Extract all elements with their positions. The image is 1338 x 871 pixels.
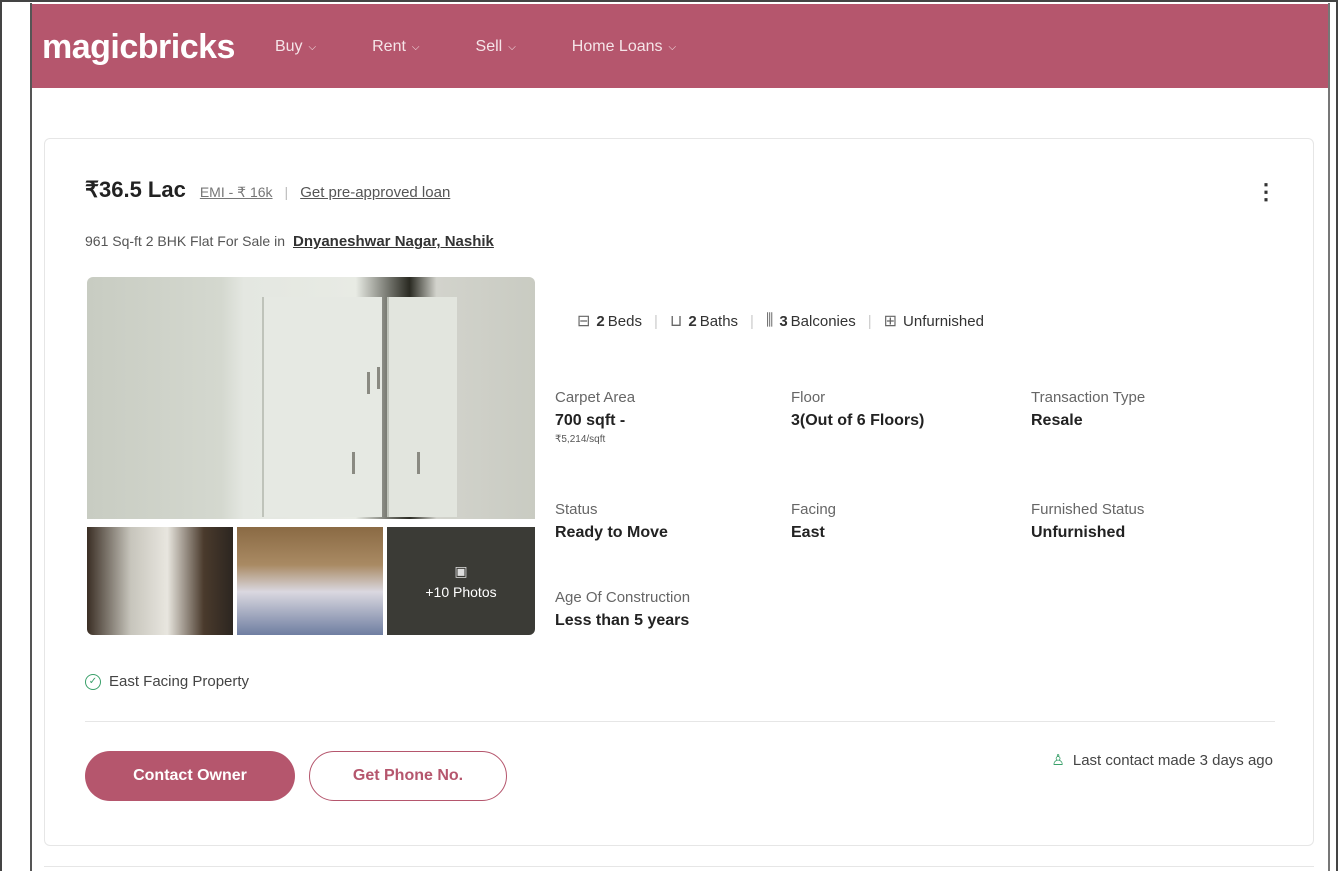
status-value: Ready to Move (555, 524, 668, 541)
next-card-edge (44, 866, 1314, 871)
age-value: Less than 5 years (555, 612, 690, 629)
transaction-type-label: Transaction Type (1031, 389, 1146, 406)
furniture-icon: ⊞ (883, 313, 898, 330)
nav-sell[interactable]: Sell ⌵ (476, 38, 516, 56)
photo-wardrobe-left (262, 297, 382, 517)
detail-status: Status Ready to Move (555, 501, 668, 542)
carpet-area-label: Carpet Area (555, 389, 636, 406)
price-row: ₹36.5 Lac EMI - ₹ 16k | Get pre-approved… (85, 177, 450, 203)
bed-icon: ⊟ (577, 313, 591, 330)
balconies-label: Balconies (790, 312, 856, 330)
listing-description: 961 Sq-ft 2 BHK Flat For Sale in (85, 233, 285, 249)
furnished-status-value: Unfurnished (1031, 524, 1126, 541)
photo-handle (367, 372, 370, 394)
east-facing-badge: ✓ East Facing Property (85, 673, 249, 690)
photo-handle (352, 452, 355, 474)
status-label: Status (555, 501, 598, 518)
balconies-count: 3 (779, 312, 788, 330)
balcony-icon: ⫼ (765, 312, 774, 329)
amenities-row: ⊟ 2 Beds | ⊔ 2 Baths | ⫼ 3 Balconies | ⊞… (577, 311, 984, 331)
nav-sell-label: Sell (475, 38, 503, 55)
amenity-baths: ⊔ 2 Baths (670, 311, 738, 331)
photo-handle (377, 367, 380, 389)
card-divider (85, 721, 1275, 722)
floor-value: 3(Out of 6 Floors) (791, 412, 925, 429)
bath-icon: ⊔ (669, 313, 683, 330)
chevron-down-icon: ⌵ (308, 41, 317, 53)
floor-label: Floor (791, 389, 826, 406)
age-label: Age Of Construction (555, 589, 691, 606)
nav-home-loans-label: Home Loans (571, 38, 663, 55)
amenity-furnishing: ⊞ Unfurnished (884, 311, 984, 331)
photo-wardrobe-right (387, 297, 457, 517)
nav-rent-label: Rent (372, 38, 406, 55)
more-photos-label: +10 Photos (425, 583, 497, 600)
chevron-down-icon: ⌵ (668, 41, 677, 53)
user-icon: ♙ (1051, 752, 1065, 769)
price-separator: | (284, 184, 289, 200)
beds-label: Beds (607, 312, 642, 330)
property-card: ₹36.5 Lac EMI - ₹ 16k | Get pre-approved… (44, 138, 1314, 846)
more-options-icon[interactable]: ⋮ (1255, 179, 1277, 205)
contact-owner-button[interactable]: Contact Owner (85, 751, 295, 801)
facing-label: Facing (791, 501, 837, 518)
check-circle-icon: ✓ (85, 673, 101, 690)
thumbnail-photo-1[interactable] (87, 527, 233, 635)
nav-home-loans[interactable]: Home Loans ⌵ (572, 38, 676, 56)
photo-handle (417, 452, 420, 474)
price-per-sqft: ₹5,214/sqft (555, 434, 606, 445)
price: ₹36.5 Lac (85, 177, 186, 202)
gallery-icon: ▣ (454, 562, 468, 579)
nav-buy-label: Buy (274, 38, 303, 55)
amenity-beds: ⊟ 2 Beds (577, 311, 642, 331)
nav-rent[interactable]: Rent ⌵ (372, 38, 419, 56)
detail-furnished-status: Furnished Status Unfurnished (1031, 501, 1144, 542)
facing-value: East (791, 524, 825, 541)
amenity-separator: | (867, 312, 872, 330)
transaction-type-value: Resale (1031, 412, 1083, 429)
furnished-status-label: Furnished Status (1031, 501, 1145, 518)
more-photos-thumbnail[interactable]: ▣ +10 Photos (387, 527, 535, 635)
baths-label: Baths (699, 312, 739, 330)
furnishing-label: Unfurnished (903, 312, 984, 330)
carpet-area-value: 700 sqft - (555, 412, 626, 429)
locality-link[interactable]: Dnyaneshwar Nagar, Nashik (293, 233, 494, 250)
last-contact-text: Last contact made 3 days ago (1072, 751, 1273, 769)
detail-age-of-construction: Age Of Construction Less than 5 years (555, 589, 690, 630)
main-photo[interactable] (87, 277, 535, 519)
top-navbar: magicbricks Buy ⌵ Rent ⌵ Sell ⌵ Home Loa… (32, 4, 1328, 88)
chevron-down-icon: ⌵ (508, 41, 516, 53)
detail-carpet-area: Carpet Area 700 sqft - ₹5,214/sqft (555, 389, 635, 445)
detail-floor: Floor 3(Out of 6 Floors) (791, 389, 924, 430)
baths-count: 2 (688, 312, 697, 330)
thumbnail-photo-2[interactable] (237, 527, 383, 635)
nav-menu: Buy ⌵ Rent ⌵ Sell ⌵ Home Loans ⌵ (275, 38, 732, 56)
last-contact-info: ♙ Last contact made 3 days ago (1051, 751, 1273, 770)
beds-count: 2 (596, 312, 605, 330)
nav-buy[interactable]: Buy ⌵ (275, 38, 316, 56)
listing-subtitle: 961 Sq-ft 2 BHK Flat For Sale in Dnyanes… (85, 233, 494, 250)
east-facing-label: East Facing Property (109, 673, 250, 690)
amenity-separator: | (653, 312, 658, 330)
amenity-balconies: ⫼ 3 Balconies (766, 312, 856, 330)
pre-approved-loan-link[interactable]: Get pre-approved loan (300, 184, 450, 201)
detail-facing: Facing East (791, 501, 836, 542)
emi-link[interactable]: EMI - ₹ 16k (200, 184, 273, 201)
logo[interactable]: magicbricks (42, 28, 235, 67)
chevron-down-icon: ⌵ (411, 41, 420, 53)
get-phone-button[interactable]: Get Phone No. (309, 751, 507, 801)
amenity-separator: | (750, 312, 754, 330)
detail-transaction-type: Transaction Type Resale (1031, 389, 1145, 430)
